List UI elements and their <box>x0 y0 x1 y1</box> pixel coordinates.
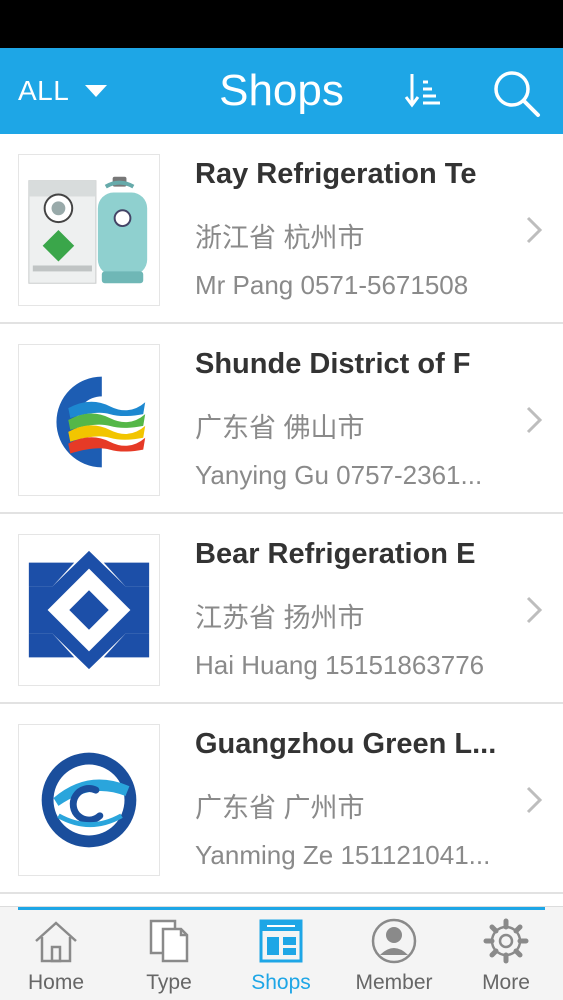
refrigerant-product-photo <box>19 155 159 305</box>
chevron-down-icon <box>85 85 108 97</box>
filter-label: ALL <box>18 75 70 106</box>
shop-region: 浙江省 杭州市 <box>195 223 365 253</box>
sort-button[interactable] <box>404 70 446 112</box>
chevron-right-icon <box>526 786 543 814</box>
user-icon <box>371 918 417 964</box>
tab-home[interactable]: Home <box>0 913 112 1000</box>
shop-contact: Hai Huang 15151863776 <box>195 650 485 680</box>
shop-thumbnail <box>18 724 160 876</box>
tab-label: Home <box>27 971 85 994</box>
shop-region: 广东省 佛山市 <box>195 413 365 443</box>
status-bar <box>0 0 563 48</box>
app-header: ALL Shops <box>0 48 563 134</box>
blue-circle-logo <box>19 725 159 875</box>
shop-name: Shunde District of F <box>195 348 471 380</box>
tab-more[interactable]: More <box>450 913 562 1000</box>
shop-contact: Mr Pang 0571-5671508 <box>195 270 469 300</box>
tab-shops[interactable]: Shops <box>225 913 337 1000</box>
gear-icon <box>483 918 529 964</box>
documents-icon <box>149 919 189 963</box>
shop-thumbnail <box>18 154 160 306</box>
tab-label: Member <box>355 971 433 994</box>
search-icon <box>494 71 540 117</box>
shop-list: Ray Refrigeration Te 浙江省 杭州市 Mr Pang 057… <box>0 134 563 894</box>
storefront-icon <box>259 919 303 963</box>
tab-member[interactable]: Member <box>338 913 450 1000</box>
shop-thumbnail <box>18 344 160 496</box>
tab-bar-accent-line <box>18 907 545 910</box>
shop-list-item[interactable]: Bear Refrigeration E 江苏省 扬州市 Hai Huang 1… <box>0 514 563 704</box>
shop-region: 广东省 广州市 <box>195 793 365 823</box>
shop-name: Bear Refrigeration E <box>195 538 476 570</box>
tab-label: Type <box>146 971 192 994</box>
tab-type[interactable]: Type <box>113 913 225 1000</box>
sort-descending-icon <box>404 74 440 108</box>
shop-list-item[interactable]: Ray Refrigeration Te 浙江省 杭州市 Mr Pang 057… <box>0 134 563 324</box>
blue-diamond-logo <box>19 535 159 685</box>
search-button[interactable] <box>490 68 542 118</box>
tab-label: More <box>482 971 530 994</box>
home-icon <box>35 921 77 963</box>
chevron-right-icon <box>526 406 543 434</box>
chevron-right-icon <box>526 216 543 244</box>
bottom-tab-bar: Home Type Shops Member More <box>0 906 563 1000</box>
chevron-right-icon <box>526 596 543 624</box>
shop-list-item[interactable]: Guangzhou Green L... 广东省 广州市 Yanming Ze … <box>0 704 563 894</box>
shop-name: Ray Refrigeration Te <box>195 158 477 190</box>
shop-contact: Yanying Gu 0757-2361... <box>195 460 483 490</box>
tab-label: Shops <box>251 971 311 994</box>
shop-list-item[interactable]: Shunde District of F 广东省 佛山市 Yanying Gu … <box>0 324 563 514</box>
shop-region: 江苏省 扬州市 <box>195 603 365 633</box>
shop-thumbnail <box>18 534 160 686</box>
colorful-c-logo <box>19 345 159 495</box>
shop-name: Guangzhou Green L... <box>195 728 497 760</box>
filter-dropdown[interactable]: ALL <box>18 48 108 134</box>
shop-contact: Yanming Ze 151121041... <box>195 840 491 870</box>
